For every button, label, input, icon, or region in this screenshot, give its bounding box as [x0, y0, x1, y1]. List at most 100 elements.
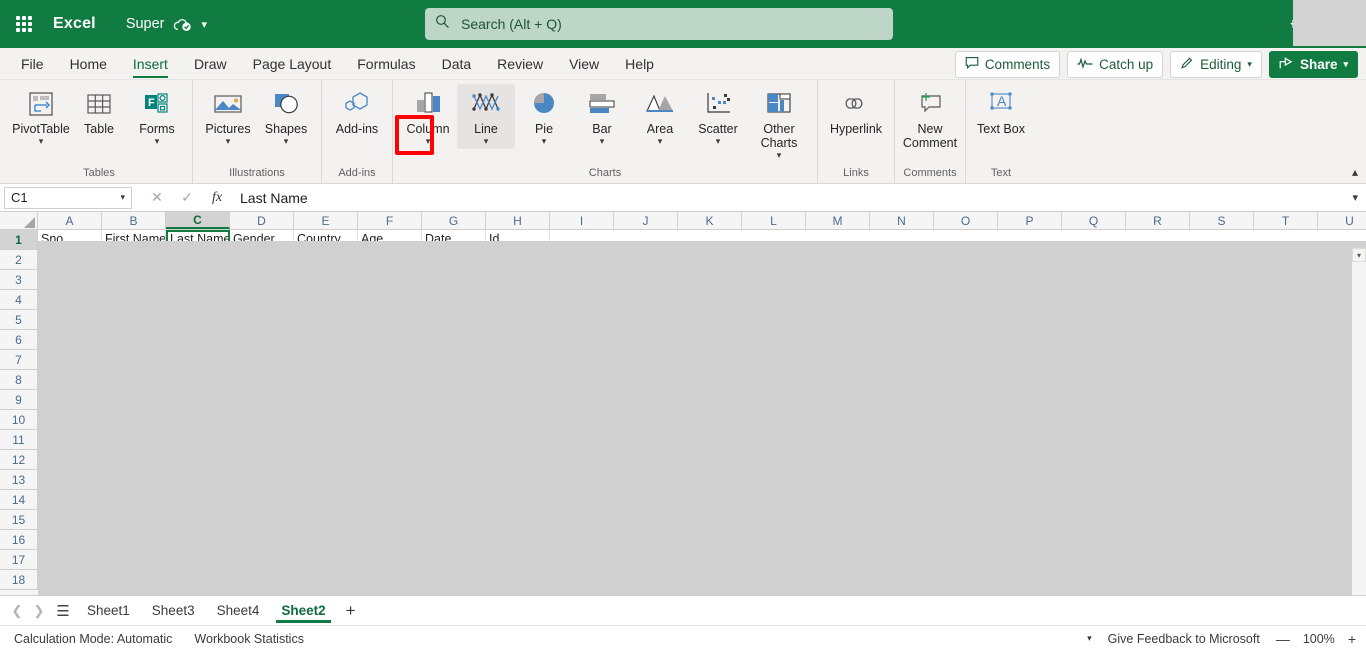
row-header-10[interactable]: 10	[0, 410, 38, 430]
column-header-C[interactable]: C	[166, 212, 230, 229]
column-header-H[interactable]: H	[486, 212, 550, 229]
column-header-M[interactable]: M	[806, 212, 870, 229]
column-header-G[interactable]: G	[422, 212, 486, 229]
document-menu-chevron-down-icon[interactable]: ▾	[202, 18, 208, 31]
row-header-14[interactable]: 14	[0, 490, 38, 510]
zoom-out-minus-icon[interactable]: —	[1276, 631, 1290, 647]
ribbon-tab-page-layout[interactable]: Page Layout	[240, 52, 345, 79]
sheet-prev-chevron-left-icon[interactable]: ❮	[6, 603, 28, 619]
catch-up-button[interactable]: Catch up	[1067, 51, 1164, 78]
row-header-8[interactable]: 8	[0, 370, 38, 390]
add-sheet-plus-icon[interactable]: +	[337, 601, 365, 621]
ribbon-tab-review[interactable]: Review	[484, 52, 556, 79]
column-header-S[interactable]: S	[1190, 212, 1254, 229]
scatter-chart-chevron-down-icon[interactable]: ▾	[716, 136, 721, 147]
search-box[interactable]	[425, 8, 893, 40]
share-button[interactable]: Share ▾	[1268, 51, 1358, 78]
fx-icon[interactable]: fx	[210, 190, 224, 206]
pie-chart-button[interactable]: Pie ▾	[515, 84, 573, 149]
table-button[interactable]: Table	[70, 84, 128, 138]
column-header-P[interactable]: P	[998, 212, 1062, 229]
app-launcher-icon[interactable]	[9, 9, 39, 39]
new-comment-button[interactable]: New Comment	[901, 84, 959, 152]
ribbon-tab-insert[interactable]: Insert	[120, 52, 181, 79]
row-header-3[interactable]: 3	[0, 270, 38, 290]
column-chart-button[interactable]: Column ▾	[399, 84, 457, 149]
calculation-mode-status[interactable]: Calculation Mode: Automatic	[14, 632, 172, 646]
sheet-list-icon[interactable]: ☰	[50, 602, 76, 620]
sheet-tab-sheet3[interactable]: Sheet3	[141, 599, 206, 623]
pivot-table-chevron-down-icon[interactable]: ▾	[39, 136, 44, 147]
shapes-chevron-down-icon[interactable]: ▾	[284, 136, 289, 147]
column-header-O[interactable]: O	[934, 212, 998, 229]
status-options-chevron-down-icon[interactable]: ▾	[1087, 633, 1092, 644]
area-chart-button[interactable]: Area ▾	[631, 84, 689, 149]
name-box[interactable]: C1 ▾	[4, 186, 132, 209]
row-header-18[interactable]: 18	[0, 570, 38, 590]
ribbon-tab-data[interactable]: Data	[429, 52, 485, 79]
cell-area[interactable]: Sno First Name Last Name Gender Country …	[38, 230, 1366, 595]
row-header-6[interactable]: 6	[0, 330, 38, 350]
ribbon-tab-file[interactable]: File	[8, 52, 57, 79]
line-chart-button[interactable]: Line ▾	[457, 84, 515, 149]
scroll-down-chevron-down-icon[interactable]: ▾	[1352, 248, 1366, 262]
document-name[interactable]: Super	[126, 16, 165, 32]
row-header-7[interactable]: 7	[0, 350, 38, 370]
sheet-next-chevron-right-icon[interactable]: ❯	[28, 603, 50, 619]
formula-bar-expand-chevron-down-icon[interactable]: ▾	[1352, 191, 1358, 204]
column-header-L[interactable]: L	[742, 212, 806, 229]
other-charts-button[interactable]: Other Charts ▾	[747, 84, 811, 163]
ribbon-tab-home[interactable]: Home	[57, 52, 120, 79]
pivot-table-button[interactable]: PivotTable ▾	[12, 84, 70, 149]
pie-chart-chevron-down-icon[interactable]: ▾	[542, 136, 547, 147]
column-header-I[interactable]: I	[550, 212, 614, 229]
forms-chevron-down-icon[interactable]: ▾	[155, 136, 160, 147]
column-chart-chevron-down-icon[interactable]: ▾	[426, 136, 431, 147]
bar-chart-chevron-down-icon[interactable]: ▾	[600, 136, 605, 147]
check-icon[interactable]: ✓	[180, 189, 194, 206]
row-header-12[interactable]: 12	[0, 450, 38, 470]
pictures-chevron-down-icon[interactable]: ▾	[226, 136, 231, 147]
sheet-tab-sheet2[interactable]: Sheet2	[270, 599, 336, 623]
scatter-chart-button[interactable]: Scatter ▾	[689, 84, 747, 149]
column-header-K[interactable]: K	[678, 212, 742, 229]
comments-button[interactable]: Comments	[954, 51, 1061, 78]
column-header-B[interactable]: B	[102, 212, 166, 229]
column-header-N[interactable]: N	[870, 212, 934, 229]
column-header-J[interactable]: J	[614, 212, 678, 229]
bar-chart-button[interactable]: Bar ▾	[573, 84, 631, 149]
ribbon-tab-view[interactable]: View	[556, 52, 612, 79]
hyperlink-button[interactable]: Hyperlink	[824, 84, 888, 138]
add-ins-button[interactable]: Add-ins	[328, 84, 386, 138]
ribbon-tab-formulas[interactable]: Formulas	[344, 52, 428, 79]
row-header-13[interactable]: 13	[0, 470, 38, 490]
forms-button[interactable]: F Forms ▾	[128, 84, 186, 149]
column-header-U[interactable]: U	[1318, 212, 1366, 229]
select-all-corner[interactable]	[0, 212, 38, 229]
zoom-level[interactable]: 100%	[1303, 632, 1335, 646]
cloud-saved-icon[interactable]	[173, 17, 192, 32]
ribbon-collapse-chevron-up-icon[interactable]: ▴	[1352, 165, 1358, 179]
name-box-chevron-down-icon[interactable]: ▾	[120, 192, 125, 203]
column-header-D[interactable]: D	[230, 212, 294, 229]
row-header-16[interactable]: 16	[0, 530, 38, 550]
other-charts-chevron-down-icon[interactable]: ▾	[777, 150, 782, 161]
column-header-Q[interactable]: Q	[1062, 212, 1126, 229]
line-chart-chevron-down-icon[interactable]: ▾	[484, 136, 489, 147]
area-chart-chevron-down-icon[interactable]: ▾	[658, 136, 663, 147]
text-box-button[interactable]: A Text Box	[972, 84, 1030, 138]
editing-button[interactable]: Editing ▾	[1170, 51, 1262, 78]
ribbon-tab-draw[interactable]: Draw	[181, 52, 240, 79]
vertical-scrollbar[interactable]: ▾	[1352, 248, 1366, 595]
row-header-17[interactable]: 17	[0, 550, 38, 570]
feedback-link[interactable]: Give Feedback to Microsoft	[1108, 632, 1260, 646]
row-header-9[interactable]: 9	[0, 390, 38, 410]
row-header-2[interactable]: 2	[0, 250, 38, 270]
row-header-11[interactable]: 11	[0, 430, 38, 450]
row-header-15[interactable]: 15	[0, 510, 38, 530]
pictures-button[interactable]: Pictures ▾	[199, 84, 257, 149]
row-header-4[interactable]: 4	[0, 290, 38, 310]
column-header-T[interactable]: T	[1254, 212, 1318, 229]
column-header-A[interactable]: A	[38, 212, 102, 229]
zoom-in-plus-icon[interactable]: +	[1348, 631, 1356, 647]
